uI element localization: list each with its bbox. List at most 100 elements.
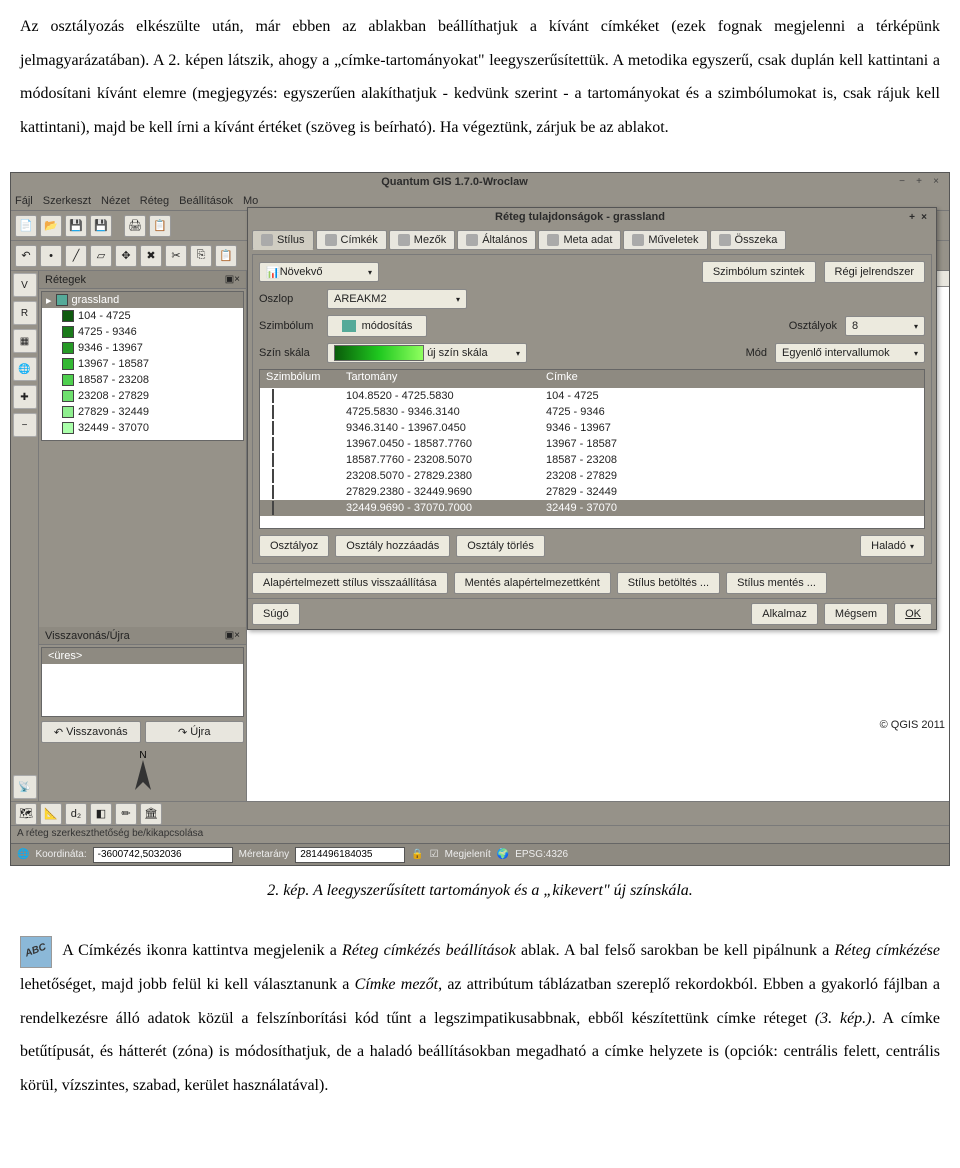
dialog-close-button[interactable]: × — [918, 212, 930, 223]
coord-input[interactable] — [93, 847, 233, 863]
help-button[interactable]: Súgó — [252, 603, 300, 625]
colorscale-combo[interactable]: új szín skála▾ — [327, 343, 527, 363]
menu-layer[interactable]: Réteg — [140, 195, 169, 207]
remove-layer-icon[interactable]: − — [13, 413, 37, 437]
move-icon[interactable]: ✥ — [115, 245, 137, 267]
panel-dock-icon[interactable]: ▣ — [225, 274, 234, 285]
renderer-combo[interactable]: 📊 Növekvő▾ — [259, 262, 379, 282]
globe-icon[interactable]: 🌐 — [17, 849, 29, 860]
cancel-button[interactable]: Mégsem — [824, 603, 888, 625]
old-renderer-button[interactable]: Régi jelrendszer — [824, 261, 925, 283]
table-row[interactable]: 104.8520 - 4725.5830104 - 4725 — [260, 388, 924, 404]
add-class-button[interactable]: Osztály hozzáadás — [335, 535, 450, 557]
mode-combo[interactable]: Egyenlő intervallumok▾ — [775, 343, 925, 363]
layer-class-item[interactable]: 13967 - 18587 — [42, 356, 243, 372]
redo-button[interactable]: ↷ Újra — [145, 721, 245, 743]
layer-class-item[interactable]: 18587 - 23208 — [42, 372, 243, 388]
table-row[interactable]: 32449.9690 - 37070.700032449 - 37070 — [260, 500, 924, 516]
undo-button[interactable]: ↶ Visszavonás — [41, 721, 141, 743]
layer-grassland[interactable]: ▸ grassland — [42, 292, 243, 308]
column-combo[interactable]: AREAKM2▾ — [327, 289, 467, 309]
maximize-button[interactable]: + — [912, 175, 926, 189]
minimize-button[interactable]: − — [895, 175, 909, 189]
undo-icon[interactable]: ↶ — [15, 245, 37, 267]
add-vector-icon[interactable]: V — [13, 273, 37, 297]
menu-more[interactable]: Mo — [243, 195, 258, 207]
composer-icon[interactable]: 📋 — [149, 215, 171, 237]
save-default-button[interactable]: Mentés alapértelmezettként — [454, 572, 611, 594]
table-row[interactable]: 4725.5830 - 9346.31404725 - 9346 — [260, 404, 924, 420]
lock-icon[interactable]: 🔒 — [411, 849, 423, 860]
ok-button[interactable]: OK — [894, 603, 932, 625]
undo-panel-dock-icon[interactable]: ▣ — [225, 630, 234, 641]
wrench-icon — [466, 234, 478, 246]
layer-class-item[interactable]: 4725 - 9346 — [42, 324, 243, 340]
add-raster-icon[interactable]: R — [13, 301, 37, 325]
menu-edit[interactable]: Szerkeszt — [43, 195, 91, 207]
tab-style[interactable]: Stílus — [252, 230, 314, 250]
restore-default-button[interactable]: Alapértelmezett stílus visszaállítása — [252, 572, 448, 594]
layer-class-item[interactable]: 27829 - 32449 — [42, 404, 243, 420]
map-canvas[interactable]: Réteg tulajdonságok - grassland + × Stíl… — [247, 287, 949, 801]
close-button[interactable]: × — [929, 175, 943, 189]
menu-settings[interactable]: Beállítások — [179, 195, 233, 207]
gps-icon[interactable]: 📡 — [13, 775, 37, 799]
line-icon[interactable]: ╱ — [65, 245, 87, 267]
tab-actions[interactable]: Műveletek — [623, 230, 707, 250]
table-row[interactable]: 9346.3140 - 13967.04509346 - 13967 — [260, 420, 924, 436]
undo-panel-close-icon[interactable]: × — [234, 630, 240, 641]
scale-input[interactable] — [295, 847, 405, 863]
print-icon[interactable]: 🖨 — [124, 215, 146, 237]
point-icon[interactable]: • — [40, 245, 62, 267]
save-icon[interactable]: 💾 — [65, 215, 87, 237]
new-icon[interactable]: 📄 — [15, 215, 37, 237]
table-row[interactable]: 13967.0450 - 18587.776013967 - 18587 — [260, 436, 924, 452]
panel-close-icon[interactable]: × — [234, 274, 240, 285]
save-style-button[interactable]: Stílus mentés ... — [726, 572, 827, 594]
add-wms-icon[interactable]: 🌐 — [13, 357, 37, 381]
cut-icon[interactable]: ✂ — [165, 245, 187, 267]
layers-tree[interactable]: ▸ grassland 104 - 47254725 - 93469346 - … — [41, 291, 244, 441]
saveas-icon[interactable]: 💾 — [90, 215, 112, 237]
tab-labels[interactable]: Címkék — [316, 230, 387, 250]
tool-6-icon[interactable]: 🏛 — [140, 803, 162, 825]
classes-table[interactable]: Szimbólum Tartomány Címke 104.8520 - 472… — [259, 369, 925, 529]
symbol-levels-button[interactable]: Szimbólum szintek — [702, 261, 816, 283]
table-row[interactable]: 27829.2380 - 32449.969027829 - 32449 — [260, 484, 924, 500]
delete-class-button[interactable]: Osztály törlés — [456, 535, 545, 557]
delete-icon[interactable]: ✖ — [140, 245, 162, 267]
apply-button[interactable]: Alkalmaz — [751, 603, 818, 625]
dialog-max-button[interactable]: + — [906, 212, 918, 223]
tool-1-icon[interactable]: 🗺 — [15, 803, 37, 825]
paste-icon[interactable]: 📋 — [215, 245, 237, 267]
side-panel: Rétegek ▣ × ▸ grassland 104 - 47254725 -… — [39, 271, 247, 801]
layer-class-item[interactable]: 9346 - 13967 — [42, 340, 243, 356]
layer-class-item[interactable]: 23208 - 27829 — [42, 388, 243, 404]
tool-5-icon[interactable]: ✏ — [115, 803, 137, 825]
menu-view[interactable]: Nézet — [101, 195, 130, 207]
load-style-button[interactable]: Stílus betöltés ... — [617, 572, 720, 594]
polygon-icon[interactable]: ▱ — [90, 245, 112, 267]
tool-4-icon[interactable]: ◧ — [90, 803, 112, 825]
crs-icon[interactable]: 🌍 — [497, 849, 509, 860]
tab-metadata[interactable]: Meta adat — [538, 230, 621, 250]
table-row[interactable]: 23208.5070 - 27829.238023208 - 27829 — [260, 468, 924, 484]
tab-general[interactable]: Általános — [457, 230, 536, 250]
tab-joins[interactable]: Összeka — [710, 230, 787, 250]
tab-fields[interactable]: Mezők — [389, 230, 455, 250]
new-layer-icon[interactable]: ✚ — [13, 385, 37, 409]
statusbar: 🌐 Koordináta: Méretarány 🔒 ☑ Megjelenít … — [11, 843, 949, 865]
advanced-button[interactable]: Haladó ▾ — [860, 535, 925, 557]
tool-3-icon[interactable]: d₂ — [65, 803, 87, 825]
add-db-icon[interactable]: ▦ — [13, 329, 37, 353]
table-row[interactable]: 18587.7760 - 23208.507018587 - 23208 — [260, 452, 924, 468]
menu-file[interactable]: Fájl — [15, 195, 33, 207]
layer-class-item[interactable]: 32449 - 37070 — [42, 420, 243, 436]
layer-class-item[interactable]: 104 - 4725 — [42, 308, 243, 324]
symbol-change-button[interactable]: módosítás — [327, 315, 427, 337]
classes-spinner[interactable]: 8▾ — [845, 316, 925, 336]
classify-button[interactable]: Osztályoz — [259, 535, 329, 557]
open-icon[interactable]: 📂 — [40, 215, 62, 237]
copy-icon[interactable]: ⎘ — [190, 245, 212, 267]
tool-2-icon[interactable]: 📐 — [40, 803, 62, 825]
